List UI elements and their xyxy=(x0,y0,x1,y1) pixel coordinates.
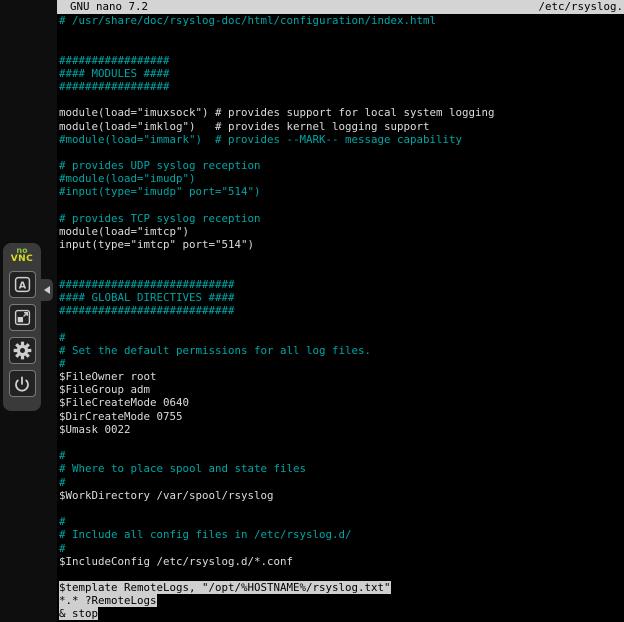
terminal-line: #module(load="imudp") xyxy=(59,172,624,185)
nano-filename: /etc/rsyslog. xyxy=(538,0,624,14)
terminal-line: $template RemoteLogs, "/opt/%HOSTNAME%/r… xyxy=(59,581,624,594)
terminal-line: # Set the default permissions for all lo… xyxy=(59,344,624,357)
terminal-line: # xyxy=(59,357,624,370)
terminal-line: module(load="imtcp") xyxy=(59,225,624,238)
terminal-line xyxy=(59,93,624,106)
power-button[interactable] xyxy=(9,370,36,397)
terminal-line: # xyxy=(59,515,624,528)
terminal-line: # /usr/share/doc/rsyslog-doc/html/config… xyxy=(59,14,624,27)
terminal-line xyxy=(59,317,624,330)
vnc-terminal-screen[interactable]: GNU nano 7.2 /etc/rsyslog. # /usr/share/… xyxy=(57,0,624,622)
power-icon xyxy=(14,376,30,392)
terminal-line: $FileCreateMode 0640 xyxy=(59,396,624,409)
terminal-line xyxy=(59,265,624,278)
terminal-line: *.* ?RemoteLogs xyxy=(59,594,624,607)
extra-keys-button[interactable]: A xyxy=(9,271,36,298)
control-bar-handle[interactable] xyxy=(41,279,53,301)
terminal-line: module(load="imuxsock") # provides suppo… xyxy=(59,106,624,119)
gear-icon xyxy=(13,341,32,360)
terminal-line: #input(type="imudp" port="514") xyxy=(59,185,624,198)
terminal-line xyxy=(59,199,624,212)
terminal-line: & stop xyxy=(59,607,624,620)
terminal-line xyxy=(59,502,624,515)
novnc-logo: no VNC xyxy=(11,247,34,264)
terminal-line: #module(load="immark") # provides --MARK… xyxy=(59,133,624,146)
terminal-line xyxy=(59,27,624,40)
terminal-line: $DirCreateMode 0755 xyxy=(59,410,624,423)
terminal-line: input(type="imtcp" port="514") xyxy=(59,238,624,251)
terminal-line: ################# xyxy=(59,80,624,93)
nano-titlebar: GNU nano 7.2 /etc/rsyslog. xyxy=(57,0,624,14)
terminal-line: # provides TCP syslog reception xyxy=(59,212,624,225)
svg-text:A: A xyxy=(18,280,26,291)
terminal-line: # Where to place spool and state files xyxy=(59,462,624,475)
terminal-line: ########################### xyxy=(59,304,624,317)
nano-version: GNU nano 7.2 xyxy=(70,0,148,14)
terminal-line xyxy=(59,436,624,449)
fullscreen-icon xyxy=(14,309,31,326)
terminal-body: # /usr/share/doc/rsyslog-doc/html/config… xyxy=(57,14,624,621)
terminal-line xyxy=(59,40,624,53)
terminal-line: $FileOwner root xyxy=(59,370,624,383)
terminal-line: module(load="imklog") # provides kernel … xyxy=(59,120,624,133)
terminal-line xyxy=(59,568,624,581)
terminal-line xyxy=(59,251,624,264)
settings-button[interactable] xyxy=(9,337,36,364)
terminal-line: # Include all config files in /etc/rsysl… xyxy=(59,528,624,541)
terminal-line: #### GLOBAL DIRECTIVES #### xyxy=(59,291,624,304)
keycap-a-icon: A xyxy=(14,276,31,293)
novnc-logo-vnc: VNC xyxy=(11,255,34,264)
vnc-control-bar: no VNC A xyxy=(3,243,41,411)
terminal-line: # xyxy=(59,542,624,555)
chevron-left-icon xyxy=(44,286,50,294)
terminal-line: # xyxy=(59,449,624,462)
terminal-line: ########################### xyxy=(59,278,624,291)
terminal-line xyxy=(59,146,624,159)
terminal-line: ################# xyxy=(59,54,624,67)
terminal-line: $FileGroup adm xyxy=(59,383,624,396)
terminal-line: $Umask 0022 xyxy=(59,423,624,436)
terminal-line: #### MODULES #### xyxy=(59,67,624,80)
terminal-line: # xyxy=(59,331,624,344)
terminal-line: $IncludeConfig /etc/rsyslog.d/*.conf xyxy=(59,555,624,568)
terminal-line: $WorkDirectory /var/spool/rsyslog xyxy=(59,489,624,502)
terminal-line: # provides UDP syslog reception xyxy=(59,159,624,172)
terminal-line: # xyxy=(59,476,624,489)
fullscreen-button[interactable] xyxy=(9,304,36,331)
